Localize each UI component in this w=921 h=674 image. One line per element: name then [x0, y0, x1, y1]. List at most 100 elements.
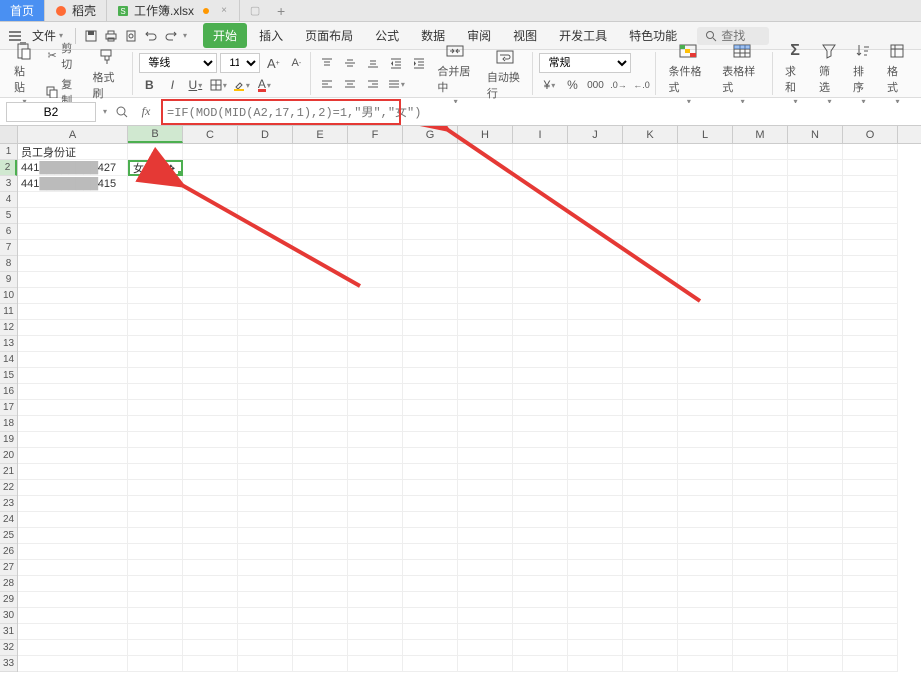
cell[interactable] [293, 176, 348, 192]
cell[interactable] [458, 544, 513, 560]
cell[interactable] [403, 416, 458, 432]
cell[interactable] [458, 640, 513, 656]
cell[interactable] [568, 272, 623, 288]
cell[interactable] [568, 528, 623, 544]
cell[interactable] [733, 400, 788, 416]
cell[interactable] [348, 624, 403, 640]
cell[interactable] [458, 240, 513, 256]
cell[interactable] [18, 464, 128, 480]
cell[interactable] [678, 448, 733, 464]
cell[interactable] [128, 352, 183, 368]
fill-color-button[interactable]: ▾ [231, 76, 251, 94]
cell[interactable] [403, 576, 458, 592]
cell[interactable] [183, 496, 238, 512]
cell[interactable] [293, 144, 348, 160]
cell[interactable] [183, 240, 238, 256]
cell[interactable] [238, 512, 293, 528]
align-left-button[interactable] [317, 75, 337, 93]
align-center-button[interactable] [340, 75, 360, 93]
cell[interactable] [458, 256, 513, 272]
cell[interactable] [403, 432, 458, 448]
cell[interactable] [293, 592, 348, 608]
col-header-J[interactable]: J [568, 126, 623, 143]
cell[interactable] [183, 464, 238, 480]
cell[interactable] [238, 416, 293, 432]
cell[interactable] [238, 256, 293, 272]
cell[interactable] [568, 240, 623, 256]
cell[interactable] [843, 656, 898, 672]
cell[interactable] [458, 352, 513, 368]
cell[interactable] [238, 352, 293, 368]
cell[interactable] [348, 208, 403, 224]
cell[interactable] [458, 480, 513, 496]
tab-workbook[interactable]: S 工作簿.xlsx × [107, 0, 240, 21]
cell[interactable] [733, 336, 788, 352]
align-middle-button[interactable] [340, 54, 360, 72]
cell[interactable] [293, 448, 348, 464]
cell[interactable] [238, 208, 293, 224]
cell[interactable] [348, 432, 403, 448]
cell[interactable] [183, 256, 238, 272]
cell[interactable] [458, 608, 513, 624]
underline-button[interactable]: U▾ [185, 76, 205, 94]
fx-icon[interactable]: fx [137, 103, 155, 121]
cell[interactable] [238, 176, 293, 192]
cell[interactable] [788, 464, 843, 480]
cell[interactable] [678, 496, 733, 512]
cell[interactable] [843, 432, 898, 448]
cell[interactable] [18, 336, 128, 352]
cell[interactable] [788, 416, 843, 432]
cell[interactable] [623, 320, 678, 336]
row-header[interactable]: 15 [0, 368, 17, 384]
cell[interactable] [788, 160, 843, 176]
cell[interactable] [788, 512, 843, 528]
cell[interactable] [238, 304, 293, 320]
cell[interactable] [293, 368, 348, 384]
cell[interactable] [293, 304, 348, 320]
cell[interactable] [183, 320, 238, 336]
cell[interactable] [458, 528, 513, 544]
cell[interactable] [128, 480, 183, 496]
cell[interactable] [568, 224, 623, 240]
cell[interactable] [293, 384, 348, 400]
cell[interactable] [678, 240, 733, 256]
cell[interactable] [623, 448, 678, 464]
cell[interactable] [623, 240, 678, 256]
cell[interactable] [293, 464, 348, 480]
cell[interactable] [843, 640, 898, 656]
cell[interactable] [623, 640, 678, 656]
cell[interactable] [403, 176, 458, 192]
cell[interactable] [513, 400, 568, 416]
cell[interactable] [623, 544, 678, 560]
cell[interactable] [788, 240, 843, 256]
cell[interactable] [513, 336, 568, 352]
cell[interactable] [128, 288, 183, 304]
cell[interactable] [458, 416, 513, 432]
cell[interactable] [458, 592, 513, 608]
cell[interactable] [183, 544, 238, 560]
cell[interactable] [843, 160, 898, 176]
cell[interactable] [788, 272, 843, 288]
cell[interactable] [403, 560, 458, 576]
cell[interactable] [18, 288, 128, 304]
cell[interactable] [238, 432, 293, 448]
row-header[interactable]: 21 [0, 464, 17, 480]
cell[interactable] [843, 192, 898, 208]
cell[interactable] [678, 320, 733, 336]
cell[interactable] [733, 528, 788, 544]
cell[interactable] [513, 656, 568, 672]
cell[interactable] [678, 352, 733, 368]
cell[interactable] [678, 528, 733, 544]
cell[interactable] [843, 272, 898, 288]
cell[interactable] [678, 560, 733, 576]
undo-icon[interactable] [142, 27, 160, 45]
cell[interactable] [568, 256, 623, 272]
cell[interactable] [623, 656, 678, 672]
align-bottom-button[interactable] [363, 54, 383, 72]
cell[interactable] [128, 224, 183, 240]
col-header-E[interactable]: E [293, 126, 348, 143]
cell[interactable] [513, 448, 568, 464]
cell[interactable] [568, 320, 623, 336]
cell[interactable] [513, 384, 568, 400]
cell[interactable] [293, 608, 348, 624]
